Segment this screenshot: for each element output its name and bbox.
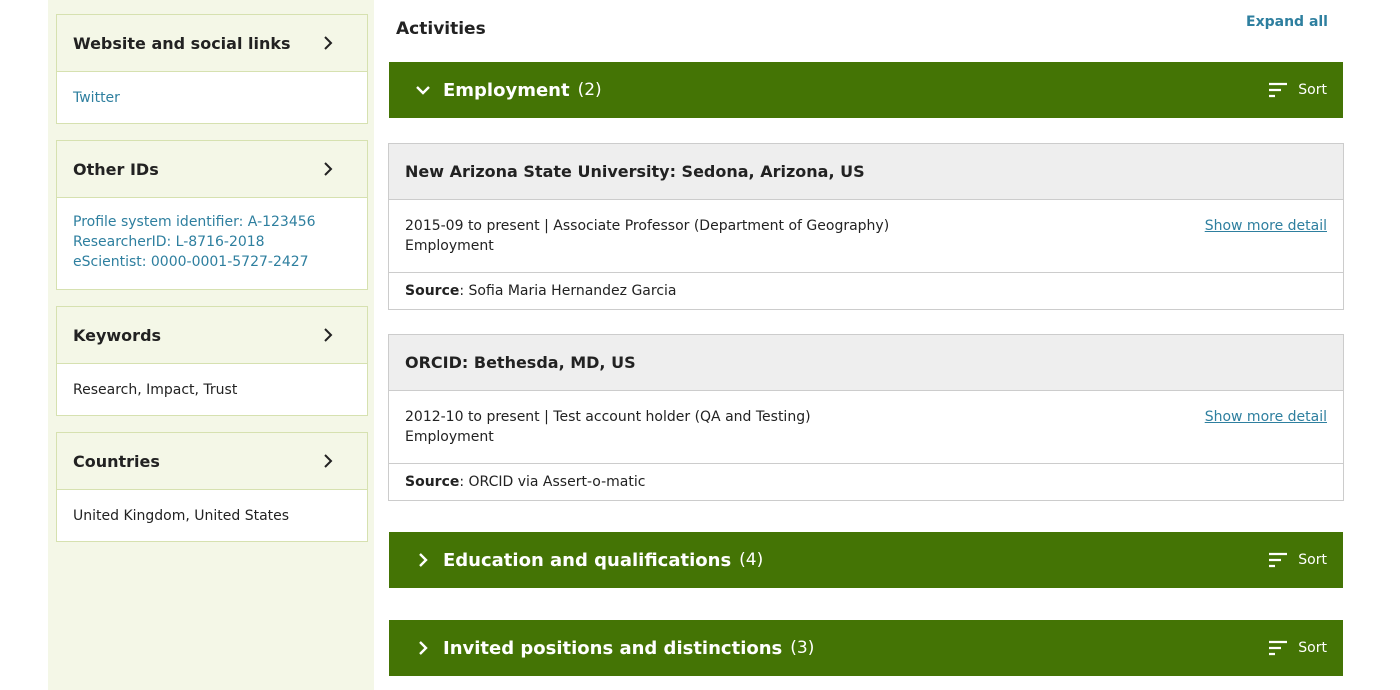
section-employment[interactable]: Employment (2) Sort	[389, 62, 1343, 118]
entry-source: Source: ORCID via Assert-o-matic	[389, 464, 1343, 500]
profile-system-id-link[interactable]: Profile system identifier: A-123456	[73, 212, 351, 232]
section-education[interactable]: Education and qualifications (4) Sort	[389, 532, 1343, 588]
section-title: Employment	[443, 79, 570, 101]
entry-type: Employment	[405, 429, 494, 445]
card-websites: Website and social links Twitter	[56, 14, 368, 124]
employment-entry: New Arizona State University: Sedona, Ar…	[388, 143, 1344, 310]
section-title: Invited positions and distinctions	[443, 637, 783, 659]
entry-organization: New Arizona State University: Sedona, Ar…	[405, 162, 865, 181]
show-more-detail-link[interactable]: Show more detail	[1205, 216, 1327, 236]
escientist-id-link[interactable]: eScientist: 0000-0001-5727-2427	[73, 252, 351, 272]
chevron-right-icon	[324, 328, 333, 342]
chevron-right-icon	[324, 454, 333, 468]
sort-label: Sort	[1298, 82, 1327, 98]
card-other-ids: Other IDs Profile system identifier: A-1…	[56, 140, 368, 290]
sort-label: Sort	[1298, 640, 1327, 656]
chevron-right-icon	[419, 553, 428, 567]
sort-icon	[1269, 82, 1288, 98]
section-invited-positions[interactable]: Invited positions and distinctions (3) S…	[389, 620, 1343, 676]
card-title: Keywords	[73, 325, 162, 345]
sidebar: Website and social links Twitter Other I…	[48, 0, 374, 690]
entry-dates-role: 2015-09 to present | Associate Professor…	[405, 218, 890, 234]
card-header-countries[interactable]: Countries	[57, 433, 367, 490]
show-more-detail-link[interactable]: Show more detail	[1205, 407, 1327, 427]
sort-button[interactable]: Sort	[1268, 80, 1327, 100]
chevron-right-icon	[324, 162, 333, 176]
activities-title: Activities	[396, 19, 486, 39]
entry-organization: ORCID: Bethesda, MD, US	[405, 353, 636, 372]
section-count: (2)	[577, 80, 602, 100]
section-count: (4)	[739, 550, 764, 570]
card-title: Countries	[73, 451, 160, 471]
card-title: Website and social links	[73, 33, 291, 53]
sort-icon	[1269, 552, 1288, 568]
entry-dates-role: 2012-10 to present | Test account holder…	[405, 409, 811, 425]
sort-label: Sort	[1298, 552, 1327, 568]
source-label: Source	[405, 283, 460, 299]
sort-button[interactable]: Sort	[1268, 638, 1327, 658]
twitter-link[interactable]: Twitter	[73, 88, 351, 108]
card-header-keywords[interactable]: Keywords	[57, 307, 367, 364]
chevron-right-icon	[419, 641, 428, 655]
card-header-other-ids[interactable]: Other IDs	[57, 141, 367, 198]
sort-button[interactable]: Sort	[1268, 550, 1327, 570]
source-value: : ORCID via Assert-o-matic	[459, 474, 646, 490]
section-count: (3)	[790, 638, 815, 658]
researcher-id-link[interactable]: ResearcherID: L-8716-2018	[73, 232, 351, 252]
section-title: Education and qualifications	[443, 549, 732, 571]
chevron-down-icon	[416, 86, 430, 95]
employment-entry: ORCID: Bethesda, MD, US 2012-10 to prese…	[388, 334, 1344, 501]
chevron-right-icon	[324, 36, 333, 50]
entry-source: Source: Sofia Maria Hernandez Garcia	[389, 273, 1343, 309]
card-keywords: Keywords Research, Impact, Trust	[56, 306, 368, 416]
keywords-text: Research, Impact, Trust	[73, 382, 238, 398]
countries-text: United Kingdom, United States	[73, 508, 290, 524]
card-title: Other IDs	[73, 159, 159, 179]
activities-panel: Activities Expand all Employment (2) Sor…	[388, 0, 1344, 690]
entry-type: Employment	[405, 238, 494, 254]
sort-icon	[1269, 640, 1288, 656]
expand-all-button[interactable]: Expand all	[1246, 14, 1328, 30]
source-value: : Sofia Maria Hernandez Garcia	[459, 283, 677, 299]
card-header-websites[interactable]: Website and social links	[57, 15, 367, 72]
source-label: Source	[405, 474, 460, 490]
card-countries: Countries United Kingdom, United States	[56, 432, 368, 542]
